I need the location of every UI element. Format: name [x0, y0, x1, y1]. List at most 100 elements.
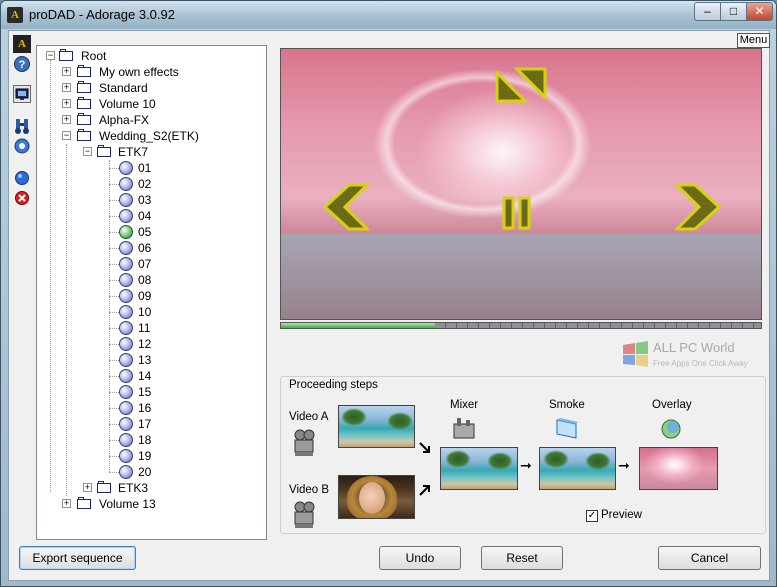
- monitor-icon[interactable]: [13, 85, 31, 103]
- close-button[interactable]: ✕: [746, 2, 773, 21]
- mixer-thumbnail[interactable]: [440, 447, 518, 490]
- menu-button[interactable]: Menu: [737, 33, 770, 48]
- arrow-down-right-icon: [419, 442, 430, 453]
- expander-icon[interactable]: +: [83, 483, 92, 492]
- next-effect-icon[interactable]: [675, 182, 723, 232]
- reset-button[interactable]: Reset: [481, 546, 563, 570]
- tree-item-effect[interactable]: 19: [37, 448, 266, 464]
- expander-icon[interactable]: −: [46, 51, 55, 60]
- folder-icon: [97, 481, 112, 494]
- tree-node-label: 08: [138, 273, 152, 287]
- mixer-icon: [453, 418, 475, 439]
- adorage-logo-icon[interactable]: A: [13, 35, 31, 53]
- arrow-up-right-icon: [419, 485, 430, 496]
- tree-guide-line: [109, 248, 119, 249]
- tree-item-effect[interactable]: 20: [37, 464, 266, 480]
- effects-tree[interactable]: − Root + My own effects + Standard + Volume 10 +…: [36, 45, 267, 540]
- folder-icon: [77, 497, 92, 510]
- folder-icon: [77, 65, 92, 78]
- previous-effect-icon[interactable]: [321, 182, 369, 232]
- maximize-button[interactable]: □: [720, 2, 747, 21]
- expander-icon[interactable]: +: [62, 83, 71, 92]
- tree-item-effect[interactable]: 13: [37, 352, 266, 368]
- preview-checkbox-label[interactable]: Preview: [601, 509, 642, 521]
- tree-item-effect[interactable]: 16: [37, 400, 266, 416]
- title-bar[interactable]: A proDAD - Adorage 3.0.92 – □ ✕: [1, 1, 776, 29]
- export-sequence-button[interactable]: Export sequence: [19, 546, 136, 570]
- smoke-thumbnail[interactable]: [539, 447, 616, 490]
- tree-item-effect[interactable]: 01: [37, 160, 266, 176]
- expander-icon[interactable]: −: [83, 147, 92, 156]
- effect-orb-icon: [119, 289, 133, 303]
- overlay-thumbnail[interactable]: [639, 447, 718, 490]
- help-icon[interactable]: ?: [13, 55, 31, 73]
- tree-node-subfolder[interactable]: + ETK3: [37, 480, 266, 496]
- fullscreen-toggle-icon[interactable]: [495, 67, 547, 103]
- tree-node-label: 10: [138, 305, 152, 319]
- film-camera-icon: [294, 501, 315, 528]
- window-title: proDAD - Adorage 3.0.92: [29, 7, 175, 22]
- preview-progress-bar[interactable]: [280, 322, 762, 329]
- tree-node-root[interactable]: − Root: [37, 48, 266, 64]
- tool-strip: A ?: [11, 33, 33, 293]
- effect-orb-icon: [119, 449, 133, 463]
- tree-item-effect[interactable]: 06: [37, 240, 266, 256]
- tree-node-label: 20: [138, 465, 152, 479]
- pause-icon[interactable]: [502, 196, 532, 230]
- folder-icon: [97, 145, 112, 158]
- tree-node-label: Alpha-FX: [99, 113, 150, 127]
- video-a-thumbnail[interactable]: [338, 405, 415, 448]
- tree-node-label: 03: [138, 193, 152, 207]
- delete-icon[interactable]: [13, 189, 31, 207]
- tree-item-effect[interactable]: 17: [37, 416, 266, 432]
- arrow-right-icon: ➞: [520, 457, 532, 473]
- effect-orb-icon: [119, 273, 133, 287]
- proceeding-steps-legend: Proceeding steps: [287, 379, 380, 391]
- undo-button[interactable]: Undo: [379, 546, 461, 570]
- expander-icon[interactable]: −: [62, 131, 71, 140]
- expander-icon[interactable]: +: [62, 67, 71, 76]
- expander-icon[interactable]: +: [62, 115, 71, 124]
- tree-item-effect[interactable]: 03: [37, 192, 266, 208]
- effect-orb-icon: [119, 161, 133, 175]
- binoculars-icon[interactable]: [13, 117, 31, 135]
- tree-item-effect[interactable]: 02: [37, 176, 266, 192]
- tree-guide-line: [109, 344, 119, 345]
- preview-checkbox[interactable]: ✓: [586, 510, 598, 522]
- tree-node-folder[interactable]: − Wedding_S2(ETK): [37, 128, 266, 144]
- tree-node-label: ETK7: [118, 145, 149, 159]
- expander-icon[interactable]: +: [62, 499, 71, 508]
- tree-item-effect[interactable]: 05: [37, 224, 266, 240]
- tree-item-effect[interactable]: 18: [37, 432, 266, 448]
- adorage-logo-icon[interactable]: A: [7, 7, 23, 23]
- tree-node-label: Volume 10: [99, 97, 156, 111]
- tree-guide-line: [109, 440, 119, 441]
- tree-item-effect[interactable]: 14: [37, 368, 266, 384]
- tree-item-effect[interactable]: 04: [37, 208, 266, 224]
- svg-text:?: ?: [19, 59, 26, 71]
- video-b-thumbnail[interactable]: [338, 475, 415, 519]
- tree-node-subfolder[interactable]: − ETK7: [37, 144, 266, 160]
- minimize-button[interactable]: –: [694, 2, 721, 21]
- tree-item-effect[interactable]: 09: [37, 288, 266, 304]
- tree-guide-line: [109, 280, 119, 281]
- effect-orb-icon: [119, 433, 133, 447]
- settings-icon[interactable]: [13, 137, 31, 155]
- tree-node-label: 06: [138, 241, 152, 255]
- tree-node-folder[interactable]: + Standard: [37, 80, 266, 96]
- tree-item-effect[interactable]: 07: [37, 256, 266, 272]
- tree-node-folder[interactable]: + Alpha-FX: [37, 112, 266, 128]
- tree-item-effect[interactable]: 11: [37, 320, 266, 336]
- expander-icon[interactable]: +: [62, 99, 71, 108]
- blue-ball-icon[interactable]: [13, 169, 31, 187]
- tree-item-effect[interactable]: 15: [37, 384, 266, 400]
- tree-item-effect[interactable]: 08: [37, 272, 266, 288]
- tree-node-label: 15: [138, 385, 152, 399]
- cancel-button[interactable]: Cancel: [658, 546, 761, 570]
- tree-node-folder[interactable]: + Volume 13: [37, 496, 266, 512]
- tree-node-folder[interactable]: + Volume 10: [37, 96, 266, 112]
- tree-node-folder[interactable]: + My own effects: [37, 64, 266, 80]
- tree-item-effect[interactable]: 12: [37, 336, 266, 352]
- effect-preview[interactable]: [280, 48, 762, 320]
- tree-item-effect[interactable]: 10: [37, 304, 266, 320]
